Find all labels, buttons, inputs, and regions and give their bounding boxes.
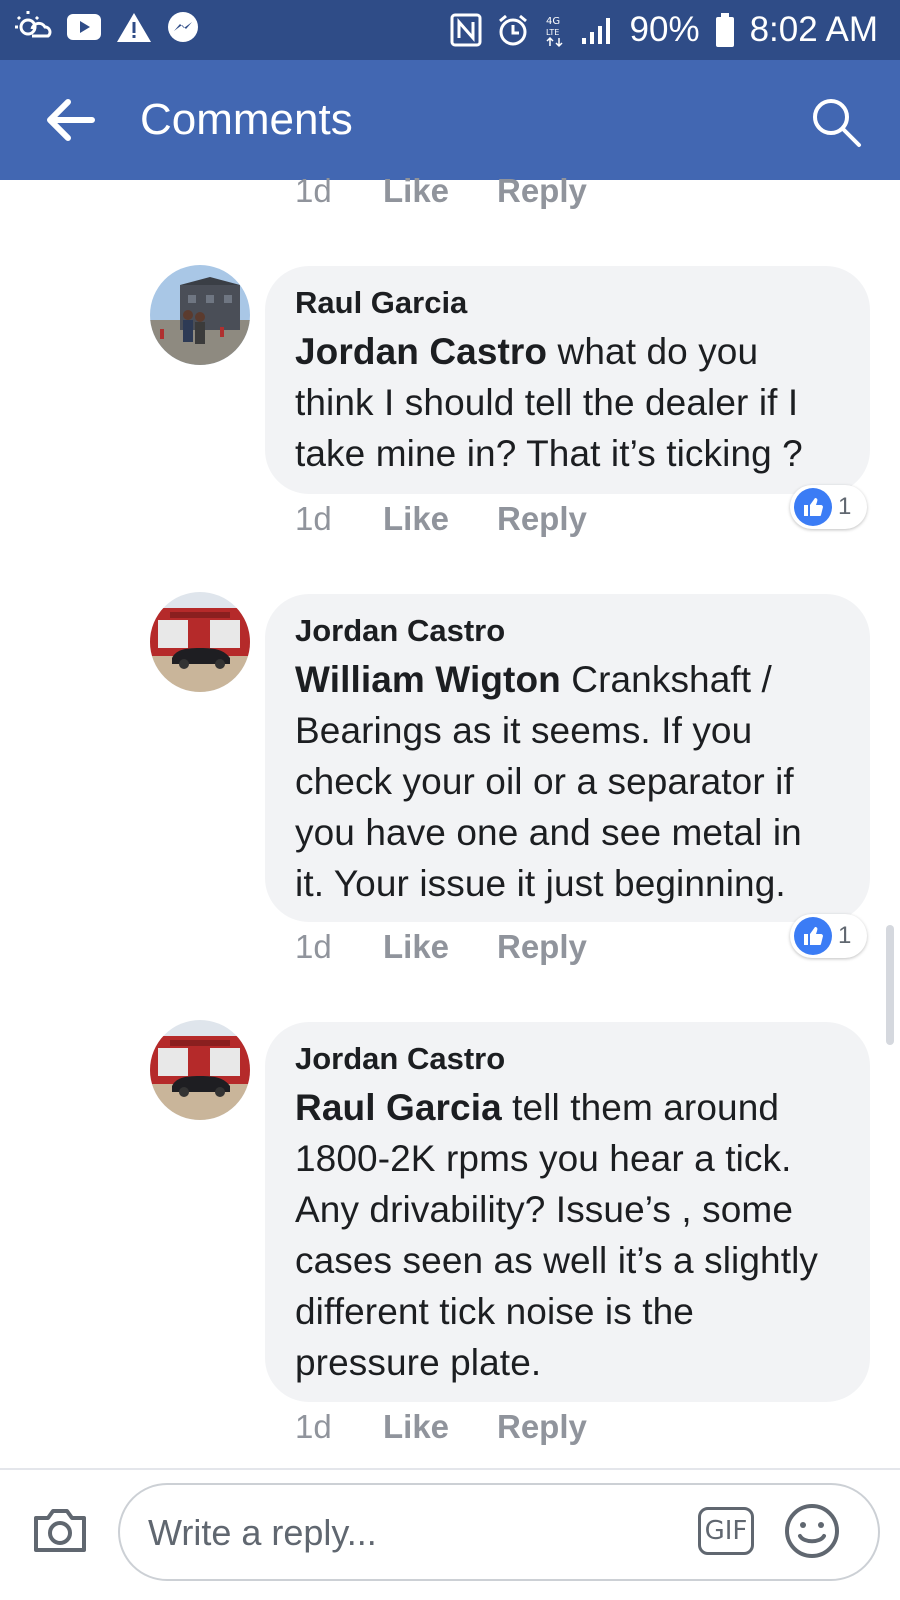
like-button[interactable]: Like [383,1408,497,1446]
like-button[interactable]: Like [383,172,497,210]
reaction-count[interactable]: 1 [790,485,868,529]
avatar-jordan-castro[interactable] [150,1020,250,1120]
status-right-icons: 4G LTE 90% 8:02 AM [450,8,878,52]
svg-text:4G: 4G [546,16,560,27]
status-left-icons [14,10,200,44]
network-4g-icon: 4G LTE [546,16,563,48]
mention-link[interactable]: William Wigton [295,659,561,700]
signal-icon [581,18,610,44]
thumbs-up-icon [794,488,832,526]
reply-button[interactable]: Reply [497,500,587,538]
comment-meta: 1d Like Reply [295,1408,587,1446]
reaction-number: 1 [838,922,852,949]
battery-percent: 90% [629,10,700,49]
comment-time: 1d [295,500,332,537]
like-button[interactable]: Like [383,500,497,538]
svg-text:LTE: LTE [546,28,559,37]
messenger-icon [168,12,198,42]
gif-button[interactable]: GIF [698,1507,754,1555]
comment-text: William Wigton Crankshaft / Bearings as … [295,654,840,909]
thumbs-up-icon [794,917,832,955]
youtube-icon [67,14,101,40]
comment-time: 1d [295,1408,332,1445]
comment-meta: 1d Like Reply [295,500,587,538]
comment-text: Jordan Castro what do you think I should… [295,326,840,479]
comment-text: Raul Garcia tell them around 1800-2K rpm… [295,1082,840,1388]
nfc-icon [450,13,482,47]
reaction-number: 1 [838,493,852,520]
comment-time: 1d [295,172,332,209]
comment-bubble: Jordan Castro William Wigton Crankshaft … [265,594,870,922]
reply-input[interactable] [146,1503,650,1563]
alarm-icon [498,14,527,46]
comment-time: 1d [295,928,332,965]
status-bar: 4G LTE 90% 8:02 AM [0,0,900,60]
composer-divider [0,1468,900,1470]
comment-body-text: tell them around 1800-2K rpms you hear a… [295,1087,819,1383]
page-title: Comments [140,95,353,144]
weather-icon [15,11,52,38]
emoji-icon[interactable] [782,1501,842,1561]
warning-icon [117,13,151,42]
reply-button[interactable]: Reply [497,928,587,966]
clock: 8:02 AM [749,10,878,49]
reaction-count[interactable]: 1 [790,914,868,958]
scrollbar[interactable] [886,925,894,1045]
like-button[interactable]: Like [383,928,497,966]
avatar-raul-garcia[interactable] [150,265,250,365]
reply-button[interactable]: Reply [497,172,587,210]
reply-composer: GIF [118,1483,880,1581]
back-arrow-icon[interactable] [38,88,102,152]
comment-author[interactable]: Jordan Castro [295,612,840,650]
reply-button[interactable]: Reply [497,1408,587,1446]
avatar-jordan-castro[interactable] [150,592,250,692]
comment-author[interactable]: Jordan Castro [295,1040,840,1078]
search-icon[interactable] [808,94,864,150]
mention-link[interactable]: Raul Garcia [295,1087,502,1128]
comment-meta-previous: 1d Like Reply [295,172,587,210]
comment-meta: 1d Like Reply [295,928,587,966]
comment-bubble: Jordan Castro Raul Garcia tell them arou… [265,1022,870,1402]
battery-icon [715,13,734,47]
comment-bubble: Raul Garcia Jordan Castro what do you th… [265,266,870,494]
comment-author[interactable]: Raul Garcia [295,284,840,322]
app-bar: Comments [0,60,900,180]
camera-icon[interactable] [30,1500,90,1560]
mention-link[interactable]: Jordan Castro [295,331,547,372]
